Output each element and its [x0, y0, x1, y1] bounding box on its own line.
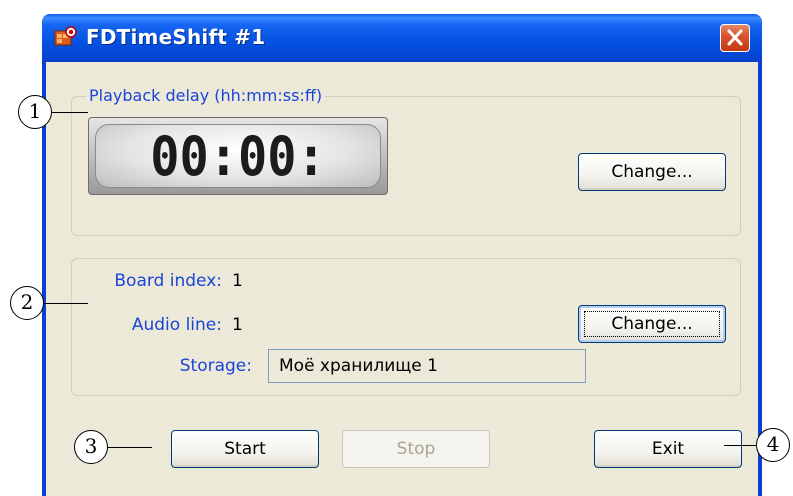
change-delay-button-label: Change... [611, 162, 693, 182]
change-delay-button[interactable]: Change... [578, 153, 726, 191]
delay-value: 00:00: 10:00 [150, 125, 326, 188]
audio-line-value: 1 [232, 315, 243, 335]
window-title: FDTimeShift #1 [86, 25, 266, 49]
start-button[interactable]: Start [171, 430, 319, 468]
stop-button[interactable]: Stop [342, 430, 490, 468]
change-board-button-label: Change... [579, 306, 725, 342]
board-index-value: 1 [232, 271, 243, 291]
storage-label: Storage: [179, 356, 252, 376]
callout-4-leader [724, 445, 756, 446]
lcd-screen: 00:00: 10:00 [95, 124, 381, 188]
start-button-label: Start [224, 439, 266, 459]
storage-field: Моё хранилище 1 [268, 349, 586, 383]
delay-lcd-display: 00:00: 10:00 [88, 117, 388, 195]
change-board-button[interactable]: Change... [578, 305, 726, 343]
playback-delay-group-title: Playback delay (hh:mm:ss:ff) [86, 86, 326, 105]
audio-line-label: Audio line: [131, 315, 222, 335]
callout-3-leader [108, 447, 152, 448]
board-index-label: Board index: [114, 271, 222, 291]
callout-4: 4 [756, 428, 790, 462]
callout-2-leader [44, 303, 88, 304]
app-icon [54, 26, 77, 46]
window-client-area: Playback delay (hh:mm:ss:ff) 00:00: 10:0… [46, 62, 758, 496]
callout-3: 3 [74, 430, 108, 464]
title-bar[interactable]: FDTimeShift #1 [42, 14, 762, 62]
callout-1-leader [52, 112, 88, 113]
close-button[interactable] [720, 24, 750, 52]
stop-button-label: Stop [396, 439, 436, 459]
close-icon [727, 29, 743, 46]
board-settings-group: Board index: 1 Audio line: 1 Storage: Мо… [71, 258, 741, 396]
exit-button[interactable]: Exit [594, 430, 742, 468]
callout-1: 1 [18, 95, 52, 129]
callout-2: 2 [10, 286, 44, 320]
playback-delay-group: Playback delay (hh:mm:ss:ff) 00:00: 10:0… [71, 86, 741, 236]
app-window: FDTimeShift #1 Playback delay (hh:mm:ss:… [42, 14, 762, 496]
exit-button-label: Exit [651, 439, 685, 459]
